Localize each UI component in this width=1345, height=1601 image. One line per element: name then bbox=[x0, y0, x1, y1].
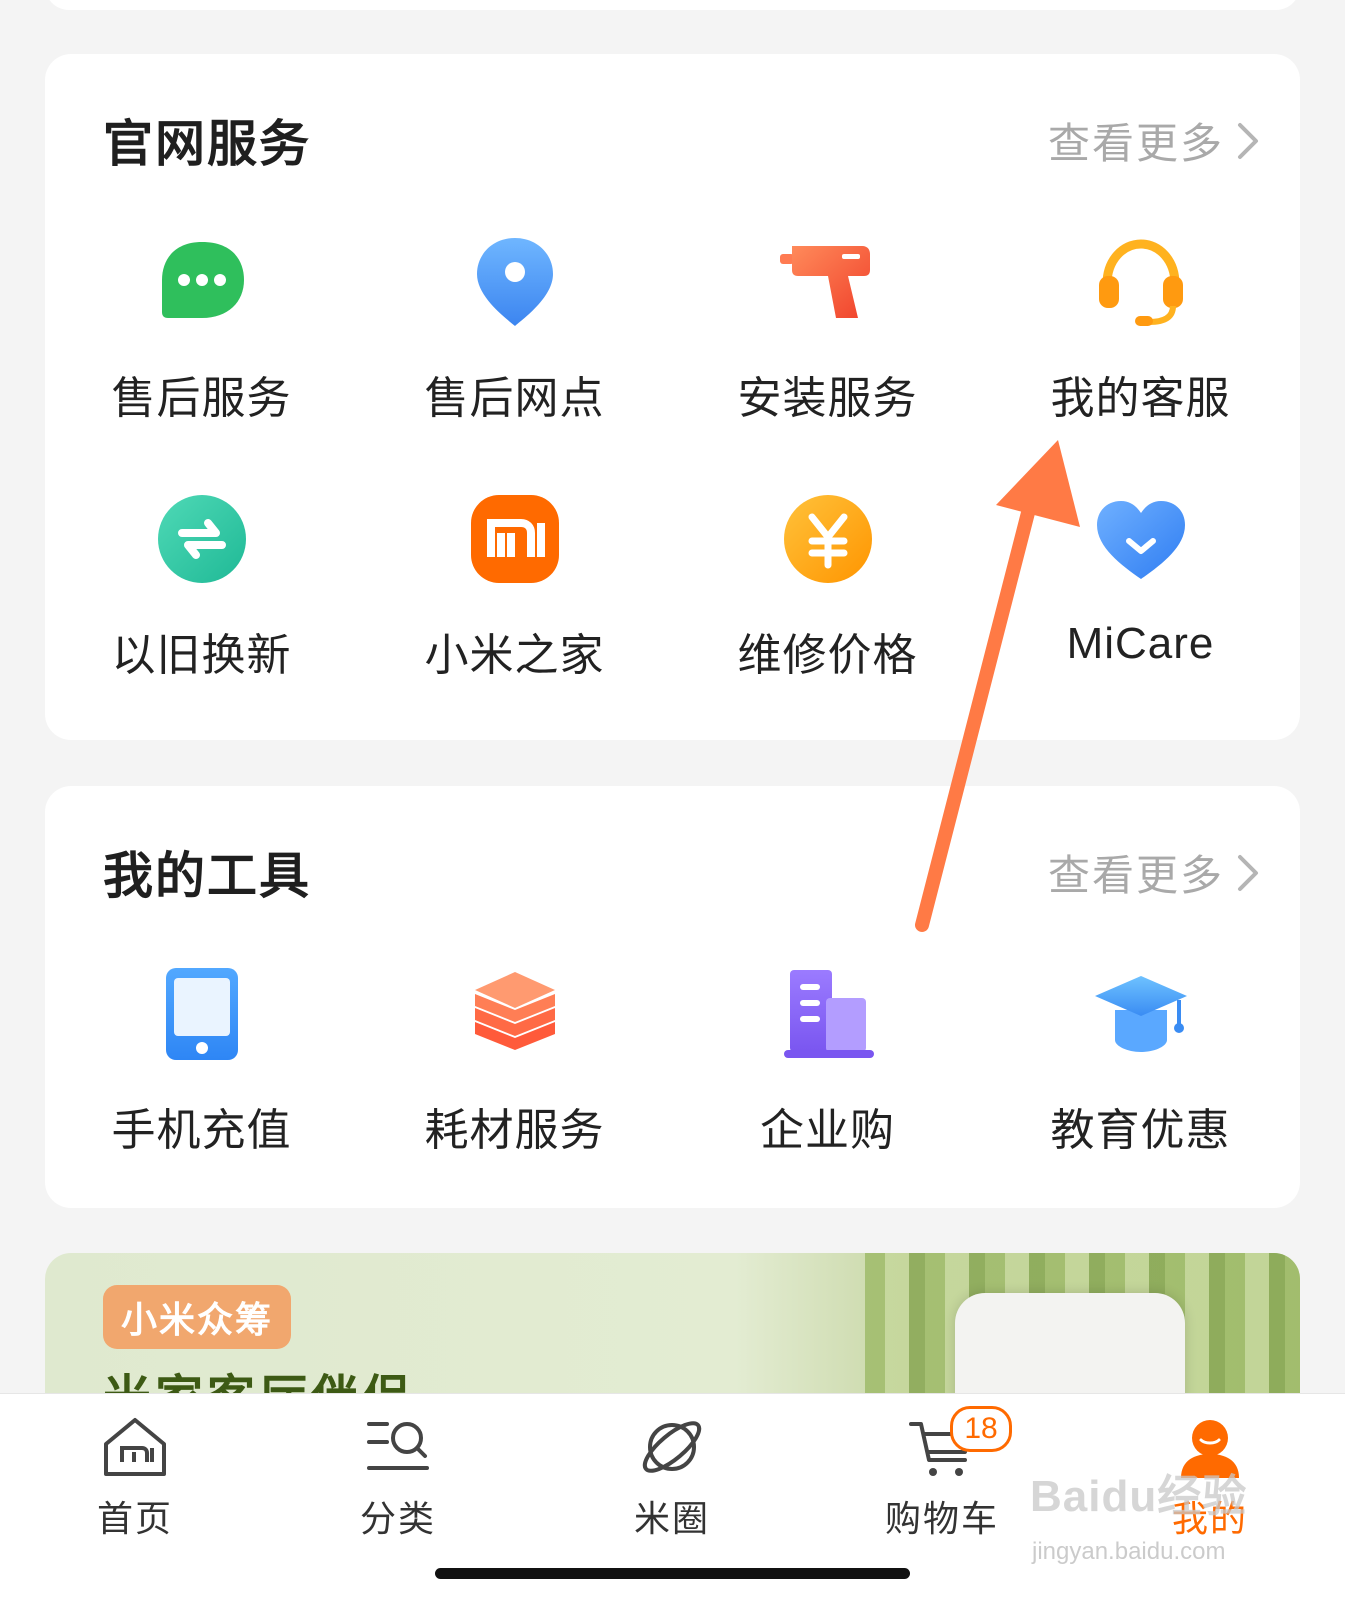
banner-headline: 米家客厅伴侣 bbox=[103, 1358, 415, 1393]
service-label: MiCare bbox=[1066, 619, 1215, 668]
drill-icon bbox=[779, 246, 870, 318]
tab-profile[interactable]: 我的 bbox=[1130, 1412, 1290, 1542]
banner-tag: 小米众筹 bbox=[103, 1285, 292, 1349]
service-my-customer-service[interactable]: 我的客服 bbox=[984, 232, 1297, 426]
service-label: 售后网点 bbox=[424, 374, 605, 423]
tools-more-link[interactable]: 查看更多 bbox=[1048, 842, 1262, 903]
tool-consumables[interactable]: 耗材服务 bbox=[358, 964, 671, 1158]
exchange-icon bbox=[157, 495, 246, 583]
tab-label: 分类 bbox=[359, 1498, 436, 1539]
banner-product-image bbox=[955, 1293, 1185, 1393]
tools-card: 我的工具 查看更多 手机充值 耗材服务 企业购 教育优惠 bbox=[45, 786, 1300, 1208]
heart-icon bbox=[1096, 501, 1185, 579]
profile-icon bbox=[1181, 1420, 1239, 1478]
service-outlets[interactable]: 售后网点 bbox=[358, 232, 671, 426]
tool-education-discount[interactable]: 教育优惠 bbox=[984, 964, 1297, 1158]
building-icon bbox=[783, 970, 874, 1058]
service-label: 安装服务 bbox=[737, 374, 918, 423]
tab-category[interactable]: 分类 bbox=[318, 1412, 478, 1542]
planet-icon bbox=[642, 1421, 702, 1473]
service-label: 维修价格 bbox=[737, 631, 918, 680]
location-pin-icon bbox=[476, 238, 553, 326]
tab-label: 我的 bbox=[1171, 1498, 1248, 1539]
tool-label: 耗材服务 bbox=[424, 1106, 605, 1155]
graduation-cap-icon bbox=[1094, 976, 1187, 1052]
previous-card-edge bbox=[45, 0, 1300, 10]
tab-cart[interactable]: 18 购物车 bbox=[862, 1406, 1022, 1542]
tool-phone-topup[interactable]: 手机充值 bbox=[45, 964, 358, 1158]
mi-logo-icon bbox=[470, 495, 559, 583]
service-label: 小米之家 bbox=[424, 631, 605, 680]
tools-title: 我的工具 bbox=[103, 848, 311, 904]
service-installation[interactable]: 安装服务 bbox=[671, 232, 984, 426]
headset-icon bbox=[1098, 239, 1183, 326]
home-icon bbox=[104, 1418, 166, 1476]
tool-label: 企业购 bbox=[760, 1106, 895, 1155]
service-label: 我的客服 bbox=[1050, 374, 1231, 423]
service-after-sales[interactable]: 售后服务 bbox=[45, 232, 358, 426]
chevron-right-icon bbox=[1238, 854, 1258, 891]
services-more-label: 查看更多 bbox=[1047, 120, 1224, 167]
tool-enterprise-purchase[interactable]: 企业购 bbox=[671, 964, 984, 1158]
phone-icon bbox=[165, 968, 238, 1060]
service-trade-in[interactable]: 以旧换新 bbox=[45, 489, 358, 683]
tool-label: 手机充值 bbox=[111, 1106, 292, 1155]
tab-label: 购物车 bbox=[884, 1498, 999, 1539]
service-micare[interactable]: MiCare bbox=[984, 489, 1297, 669]
chat-bubble-icon bbox=[161, 242, 244, 318]
service-label: 以旧换新 bbox=[111, 631, 292, 680]
bottom-tab-bar: 首页 分类 米圈 18 购物车 我的 bbox=[0, 1393, 1345, 1601]
layers-icon bbox=[474, 972, 555, 1050]
tools-more-label: 查看更多 bbox=[1047, 852, 1224, 899]
services-more-link[interactable]: 查看更多 bbox=[1048, 110, 1262, 171]
tool-label: 教育优惠 bbox=[1050, 1106, 1231, 1155]
category-search-icon bbox=[367, 1422, 429, 1470]
service-mi-home-store[interactable]: 小米之家 bbox=[358, 489, 671, 683]
services-title: 官网服务 bbox=[103, 116, 311, 172]
home-indicator[interactable] bbox=[435, 1568, 910, 1579]
tab-label: 米圈 bbox=[633, 1498, 710, 1539]
chevron-right-icon bbox=[1238, 122, 1258, 159]
service-label: 售后服务 bbox=[111, 374, 292, 423]
yuan-coin-icon bbox=[783, 495, 872, 583]
service-repair-prices[interactable]: 维修价格 bbox=[671, 489, 984, 683]
crowdfunding-banner[interactable]: 小米众筹 米家客厅伴侣 bbox=[45, 1253, 1300, 1393]
tab-home[interactable]: 首页 bbox=[55, 1412, 215, 1542]
tab-label: 首页 bbox=[96, 1498, 173, 1539]
cart-count-badge: 18 bbox=[950, 1406, 1012, 1452]
services-card: 官网服务 查看更多 售后服务 售后网点 安装服务 我的客服 以旧换新 小米之家 … bbox=[45, 54, 1300, 740]
tab-mi-circle[interactable]: 米圈 bbox=[592, 1412, 752, 1542]
